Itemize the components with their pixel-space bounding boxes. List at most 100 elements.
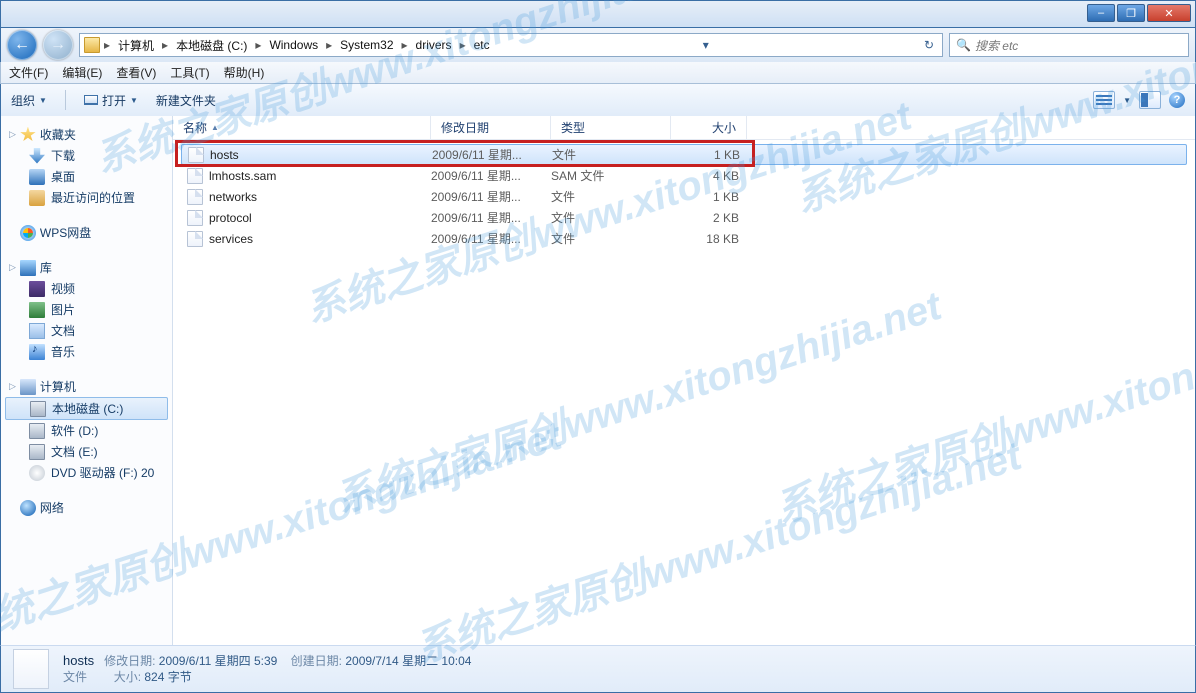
file-size: 1 KB (672, 148, 740, 162)
computer-icon (20, 379, 36, 395)
open-button[interactable]: 打开▼ (84, 92, 138, 109)
file-type: 文件 (551, 209, 671, 226)
file-row[interactable]: protocol2009/6/11 星期...文件2 KB (181, 207, 1187, 228)
address-bar[interactable]: ▸ 计算机▸ 本地磁盘 (C:)▸ Windows▸ System32▸ dri… (79, 33, 943, 57)
sidebar-item-recent[interactable]: 最近访问的位置 (1, 187, 172, 208)
file-date: 2009/6/11 星期... (431, 167, 551, 184)
file-icon (187, 168, 203, 184)
file-list: 名称▲ 修改日期 类型 大小 hosts2009/6/11 星期...文件1 K… (173, 116, 1195, 645)
chevron-right-icon[interactable]: ▸ (400, 38, 410, 52)
forward-button[interactable]: → (43, 30, 73, 60)
file-date: 2009/6/11 星期... (432, 146, 552, 163)
file-icon (188, 147, 204, 163)
details-modified-label: 修改日期: (104, 654, 155, 668)
network-group[interactable]: ▷网络 (1, 497, 172, 518)
file-thumbnail (13, 649, 49, 689)
chevron-right-icon[interactable]: ▸ (160, 38, 170, 52)
music-icon (29, 344, 45, 360)
file-row[interactable]: networks2009/6/11 星期...文件1 KB (181, 186, 1187, 207)
crumb-system32[interactable]: System32 (336, 38, 397, 52)
sidebar-item-desktop[interactable]: 桌面 (1, 166, 172, 187)
minimize-button[interactable]: – (1087, 4, 1115, 22)
maximize-button[interactable]: ❐ (1117, 4, 1145, 22)
file-type: 文件 (551, 188, 671, 205)
file-size: 1 KB (671, 190, 739, 204)
search-input[interactable]: 🔍 搜索 etc (949, 33, 1189, 57)
crumb-etc[interactable]: etc (470, 38, 494, 52)
close-button[interactable]: ✕ (1147, 4, 1191, 22)
crumb-c[interactable]: 本地磁盘 (C:) (172, 37, 251, 54)
menu-view[interactable]: 查看(V) (116, 64, 156, 81)
desktop-icon (29, 169, 45, 185)
video-icon (29, 281, 45, 297)
separator (65, 90, 66, 110)
file-name: lmhosts.sam (209, 169, 276, 183)
view-options-button[interactable] (1093, 91, 1115, 109)
drive-icon (29, 444, 45, 460)
sidebar-item-drive-c[interactable]: 本地磁盘 (C:) (5, 397, 168, 420)
library-icon (20, 260, 36, 276)
file-date: 2009/6/11 星期... (431, 209, 551, 226)
column-type[interactable]: 类型 (551, 116, 671, 139)
wps-icon (20, 225, 36, 241)
star-icon (20, 127, 36, 143)
drive-icon (29, 423, 45, 439)
crumb-drivers[interactable]: drivers (412, 38, 456, 52)
menu-tools[interactable]: 工具(T) (170, 64, 209, 81)
chevron-right-icon[interactable]: ▸ (324, 38, 334, 52)
sidebar-item-drive-d[interactable]: 软件 (D:) (1, 420, 172, 441)
nav-row: ← → ▸ 计算机▸ 本地磁盘 (C:)▸ Windows▸ System32▸… (0, 28, 1196, 62)
command-bar: 组织▼ 打开▼ 新建文件夹 ▼ ? (0, 84, 1196, 116)
sidebar-item-downloads[interactable]: 下载 (1, 145, 172, 166)
sidebar-item-documents[interactable]: 文档 (1, 320, 172, 341)
sidebar-item-videos[interactable]: 视频 (1, 278, 172, 299)
refresh-icon[interactable]: ↻ (918, 38, 940, 52)
crumb-computer[interactable]: 计算机 (114, 37, 158, 54)
organize-button[interactable]: 组织▼ (11, 92, 47, 109)
file-row[interactable]: hosts2009/6/11 星期...文件1 KB (181, 144, 1187, 165)
folder-icon (84, 37, 100, 53)
chevron-down-icon[interactable]: ▼ (1123, 96, 1131, 105)
help-icon[interactable]: ? (1169, 92, 1185, 108)
details-size-value: 824 字节 (144, 670, 191, 684)
file-icon (187, 231, 203, 247)
menu-help[interactable]: 帮助(H) (224, 64, 265, 81)
details-size-label: 大小: (114, 670, 141, 684)
file-icon (187, 210, 203, 226)
chevron-right-icon[interactable]: ▸ (253, 38, 263, 52)
favorites-group[interactable]: ▷收藏夹 (1, 124, 172, 145)
sidebar-item-pictures[interactable]: 图片 (1, 299, 172, 320)
column-name[interactable]: 名称▲ (173, 116, 431, 139)
details-created-label: 创建日期: (291, 654, 342, 668)
file-type: 文件 (552, 146, 672, 163)
back-button[interactable]: ← (7, 30, 37, 60)
chevron-right-icon[interactable]: ▸ (102, 38, 112, 52)
preview-pane-button[interactable] (1139, 91, 1161, 109)
details-pane: hosts 修改日期: 2009/6/11 星期四 5:39 创建日期: 200… (0, 645, 1196, 693)
libraries-group[interactable]: ▷库 (1, 257, 172, 278)
column-size[interactable]: 大小 (671, 116, 747, 139)
file-row[interactable]: lmhosts.sam2009/6/11 星期...SAM 文件4 KB (181, 165, 1187, 186)
new-folder-button[interactable]: 新建文件夹 (156, 92, 216, 109)
menu-file[interactable]: 文件(F) (9, 64, 48, 81)
crumb-windows[interactable]: Windows (265, 38, 322, 52)
sidebar-item-drive-dvd[interactable]: DVD 驱动器 (F:) 20 (1, 462, 172, 483)
search-placeholder: 搜索 etc (975, 37, 1018, 54)
address-dropdown-icon[interactable]: ▾ (695, 38, 717, 52)
sidebar-item-music[interactable]: 音乐 (1, 341, 172, 362)
file-type: 文件 (551, 230, 671, 247)
search-icon: 🔍 (956, 38, 971, 52)
download-icon (29, 148, 45, 164)
sidebar-item-drive-e[interactable]: 文档 (E:) (1, 441, 172, 462)
file-row[interactable]: services2009/6/11 星期...文件18 KB (181, 228, 1187, 249)
file-name: protocol (209, 211, 252, 225)
document-icon (29, 323, 45, 339)
chevron-right-icon[interactable]: ▸ (458, 38, 468, 52)
wps-group[interactable]: ▷WPS网盘 (1, 222, 172, 243)
details-filename: hosts (63, 653, 94, 668)
column-date[interactable]: 修改日期 (431, 116, 551, 139)
menu-bar: 文件(F) 编辑(E) 查看(V) 工具(T) 帮助(H) (0, 62, 1196, 84)
computer-group[interactable]: ▷计算机 (1, 376, 172, 397)
menu-edit[interactable]: 编辑(E) (62, 64, 102, 81)
network-icon (20, 500, 36, 516)
